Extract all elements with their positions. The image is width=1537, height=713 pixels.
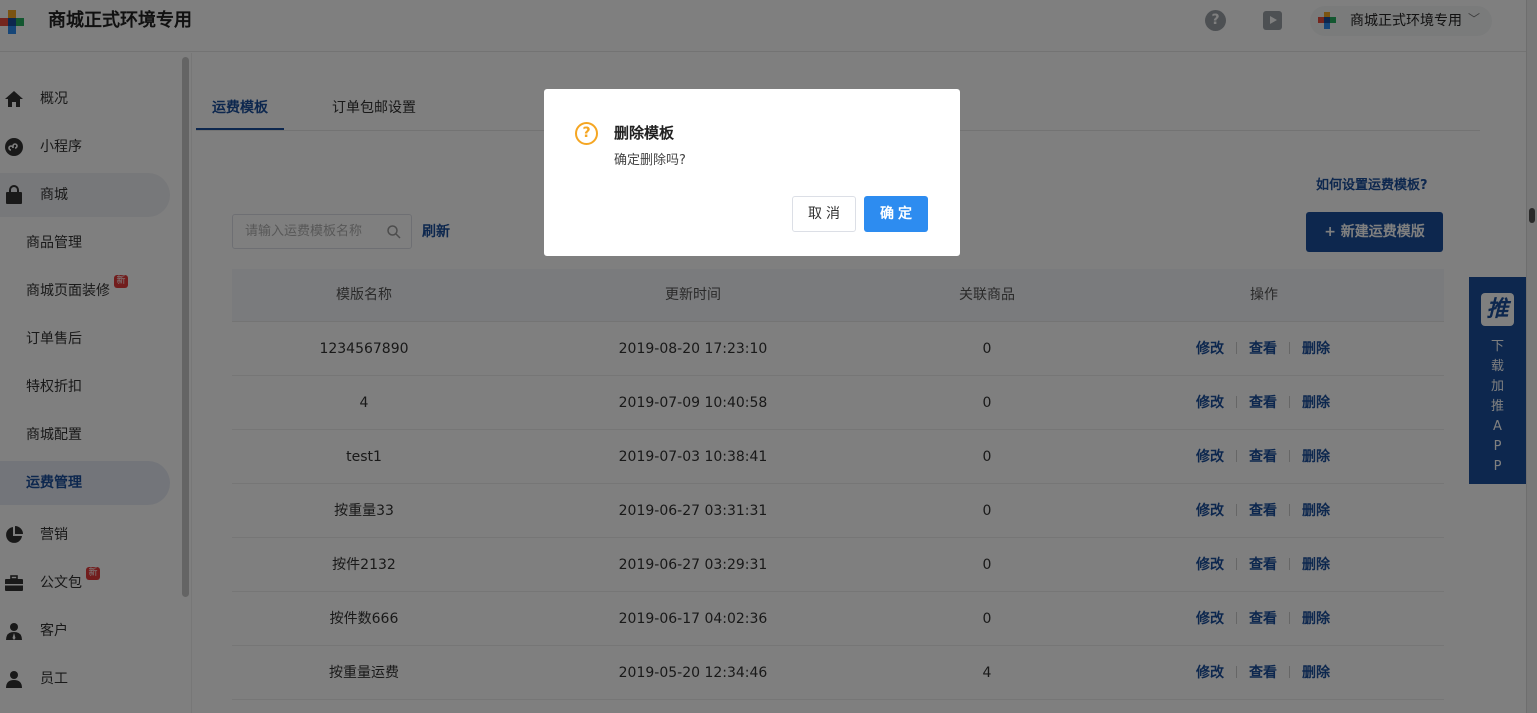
- dialog-title: 删除模板: [614, 124, 675, 142]
- question-icon: ?: [575, 122, 598, 145]
- delete-confirm-dialog: ? 删除模板 确定删除吗? 取消 确定: [544, 89, 960, 256]
- confirm-button[interactable]: 确定: [864, 196, 928, 232]
- cancel-button[interactable]: 取消: [792, 196, 856, 232]
- dialog-message: 确定删除吗?: [614, 153, 686, 168]
